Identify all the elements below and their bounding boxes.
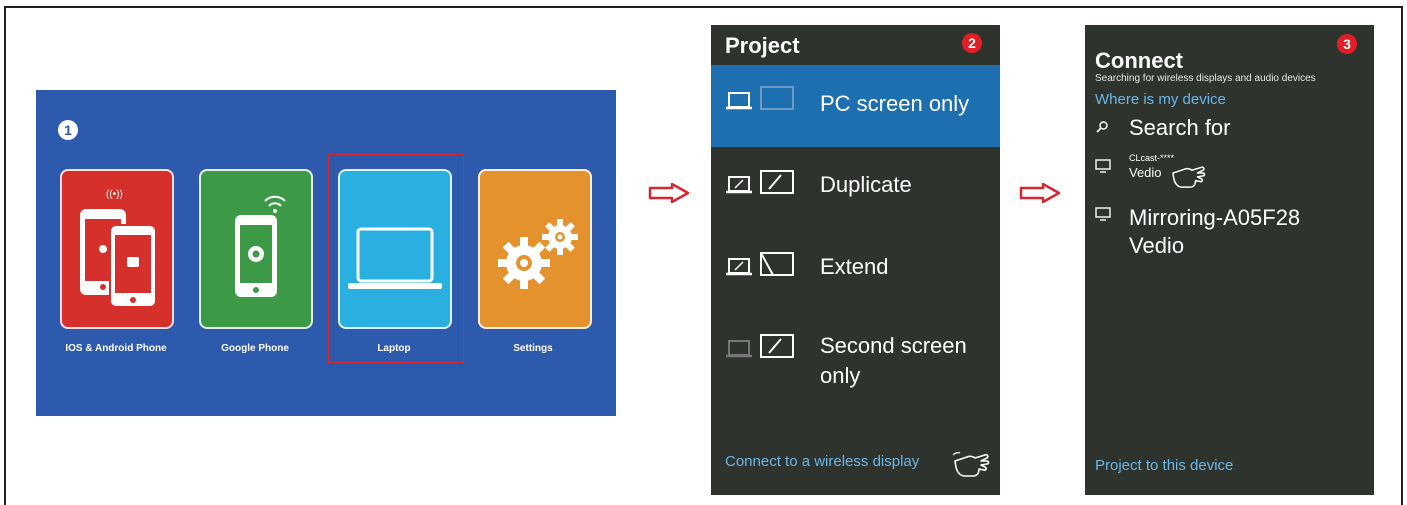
device-sub: Vedio [1129,165,1162,180]
tile-settings[interactable] [478,169,592,329]
searching-subtitle: Searching for wireless displays and audi… [1095,73,1316,84]
tile-ios-android-phone[interactable]: ((•)) [60,169,174,329]
arrow-right-icon [1019,183,1061,203]
device-sub: Vedio [1129,233,1185,258]
option-label: PC screen only [820,91,970,116]
option-extend[interactable]: Extend [711,229,1000,311]
project-panel: Project 2 PC screen only Duplicate Exten [711,25,1000,495]
monitor-icon [1095,159,1111,173]
option-duplicate[interactable]: Duplicate [711,147,1000,229]
hand-pointer-icon [952,452,990,477]
second-screen-only-icon [726,334,794,358]
pc-screen-only-icon [726,86,794,110]
svg-text:((•)): ((•)) [106,189,123,200]
step-badge-2: 2 [962,33,982,53]
tile-label-google-phone: Google Phone [221,343,289,354]
project-to-this-device-link[interactable]: Project to this device [1095,457,1233,474]
project-title: Project [725,33,800,58]
connect-wireless-display-link[interactable]: Connect to a wireless display [725,453,919,470]
monitor-icon [1095,207,1111,221]
selection-highlight [328,154,464,363]
device-name: Mirroring-A05F28 [1129,205,1301,230]
option-second-screen-only[interactable]: Second screen only [711,319,1000,409]
option-label-line2: only [820,363,861,388]
search-icon [1096,121,1108,133]
connect-panel: Connect 3 Searching for wireless display… [1085,25,1374,495]
tile-google-phone[interactable] [199,169,313,329]
android-phone-icon [235,195,286,297]
option-label-line1: Second screen [820,333,967,358]
connect-title: Connect [1095,48,1183,73]
gears-icon [498,219,578,289]
device-name: CLcast-**** [1129,153,1175,163]
extend-icon [726,252,794,276]
where-is-my-device-link[interactable]: Where is my device [1095,91,1226,108]
arrow-right-icon [648,183,690,203]
tile-label-ios-android: IOS & Android Phone [65,343,167,354]
search-for-button[interactable]: Search for [1129,115,1231,141]
hand-pointer-icon [1172,166,1206,188]
step-badge-3: 3 [1337,34,1357,54]
launcher-screen: 1 ((•)) IOS & Android Phone Google Phone… [36,90,616,416]
option-label: Extend [820,254,889,279]
phones-icon: ((•)) [80,189,157,308]
duplicate-icon [726,170,794,194]
device-item-mirroring[interactable]: Mirroring-A05F28 Vedio [1085,201,1374,267]
tile-label-settings: Settings [513,343,553,354]
option-pc-screen-only[interactable]: PC screen only [711,65,1000,147]
option-label: Duplicate [820,172,912,197]
device-item-clcast[interactable]: CLcast-**** Vedio [1085,149,1374,193]
step-badge-1: 1 [58,120,78,140]
